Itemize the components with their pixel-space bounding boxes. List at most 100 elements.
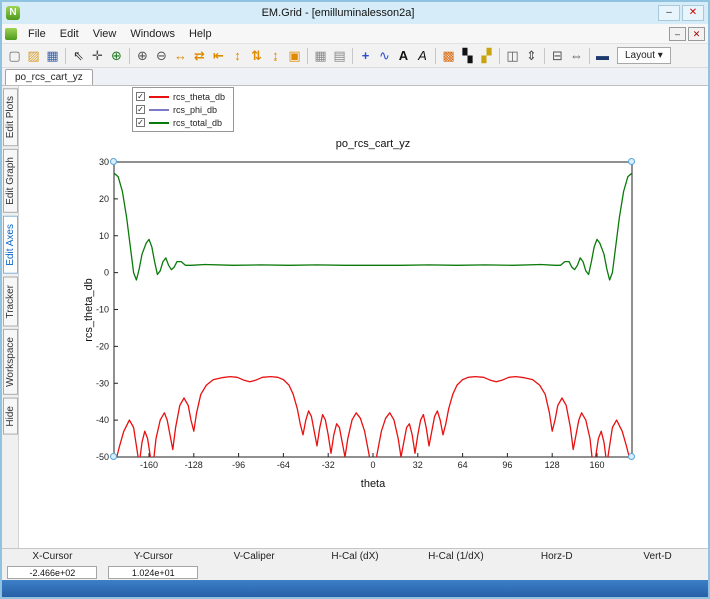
x-tick-label: 96 xyxy=(502,460,512,470)
app-icon: N xyxy=(6,6,20,20)
text-label-icon[interactable]: A xyxy=(394,46,413,65)
status-label-vert-d: Vert-D xyxy=(607,551,708,562)
x-tick-label: -160 xyxy=(140,460,158,470)
y-tick-label: 0 xyxy=(104,268,109,278)
legend-line-sample xyxy=(149,96,169,98)
status-bar: X-CursorY-CursorV-CaliperH-Cal (dX)H-Cal… xyxy=(2,548,708,580)
menu-view[interactable]: View xyxy=(86,26,124,42)
plot-resize-handle-bottom-right[interactable] xyxy=(628,453,635,460)
window-title: EM.Grid - [emilluminalesson2a] xyxy=(20,7,656,19)
pan-hand-icon[interactable]: ✛ xyxy=(88,46,107,65)
save-icon[interactable]: ▦ xyxy=(43,46,62,65)
legend-row-rcs-theta-db: ✓ rcs_theta_db xyxy=(136,90,225,103)
v-fit-icon[interactable]: ↨ xyxy=(266,46,285,65)
y-tick-label: -10 xyxy=(96,305,109,315)
side-tab-tracker[interactable]: Tracker xyxy=(3,277,18,327)
h-expand-icon[interactable]: ↔ xyxy=(171,46,190,65)
x-tick-label: 0 xyxy=(370,460,375,470)
curve-tracker-icon[interactable]: ∿ xyxy=(375,46,394,65)
side-tab-edit-axes[interactable]: Edit Axes xyxy=(3,216,18,274)
y-tick-label: -50 xyxy=(96,452,109,462)
toolbar-separator xyxy=(435,48,436,64)
x-tick-label: -128 xyxy=(185,460,203,470)
zoom-window-icon[interactable]: ⊕ xyxy=(107,46,126,65)
select-pointer-icon[interactable]: ⇖ xyxy=(69,46,88,65)
legend-checkbox[interactable]: ✓ xyxy=(136,105,145,114)
plot-resize-handle-top-left[interactable] xyxy=(110,158,117,165)
toolbar-separator xyxy=(352,48,353,64)
line-style-swatch[interactable]: ▬ xyxy=(593,46,612,65)
grid-toggle-icon[interactable]: ▦ xyxy=(311,46,330,65)
plot-resize-handle-top-right[interactable] xyxy=(628,158,635,165)
text-italic-icon[interactable]: A xyxy=(413,46,432,65)
cross-cursor-icon[interactable]: + xyxy=(356,46,375,65)
minimize-button[interactable]: – xyxy=(658,5,680,21)
menu-bar: FileEditViewWindowsHelp – ✕ xyxy=(2,24,708,44)
legend-label: rcs_phi_db xyxy=(173,105,217,115)
side-tab-hide[interactable]: Hide xyxy=(3,398,18,435)
client-area: Edit Plots Edit Graph Edit Axes Tracker Work… xyxy=(2,86,708,548)
plot-area[interactable]: ✓ rcs_theta_db ✓ rcs_phi_db✓rcs_total_db po… xyxy=(19,86,708,548)
plot-resize-handle-bottom-left[interactable] xyxy=(110,453,117,460)
plot-canvas[interactable]: -160-128-96-64-3203264961281603020100-10… xyxy=(72,150,672,486)
status-values-row: -2.466e+021.024e+01 xyxy=(2,564,708,580)
v-caliper-icon[interactable]: ◫ xyxy=(503,46,522,65)
h-marker-icon[interactable]: ⇔ xyxy=(567,46,586,65)
toolbar-separator xyxy=(499,48,500,64)
h-caliper-icon[interactable]: ⊟ xyxy=(548,46,567,65)
tab-po-rcs-cart-yz[interactable]: po_rcs_cart_yz xyxy=(5,69,93,85)
colormap-icon-1[interactable]: ▩ xyxy=(439,46,458,65)
side-tab-edit-plots[interactable]: Edit Plots xyxy=(3,88,18,146)
status-value-y-cursor: 1.024e+01 xyxy=(103,566,204,579)
v-marker-icon[interactable]: ⇕ xyxy=(522,46,541,65)
v-expand-icon[interactable]: ↕ xyxy=(228,46,247,65)
close-button[interactable]: ✕ xyxy=(682,5,704,21)
v-shrink-icon[interactable]: ⇅ xyxy=(247,46,266,65)
x-tick-label: 64 xyxy=(458,460,468,470)
new-file-icon[interactable]: ▢ xyxy=(5,46,24,65)
app-window: N EM.Grid - [emilluminalesson2a] – ✕ Fil… xyxy=(0,0,710,599)
mdi-controls: – ✕ xyxy=(667,27,705,41)
zoom-out-icon[interactable]: ⊖ xyxy=(152,46,171,65)
side-tab-edit-graph[interactable]: Edit Graph xyxy=(3,149,18,213)
menu-file[interactable]: File xyxy=(21,26,53,42)
y-tick-label: -30 xyxy=(96,378,109,388)
status-label-h-cal-1-dx: H-Cal (1/dX) xyxy=(405,551,506,562)
h-shrink-icon[interactable]: ⇄ xyxy=(190,46,209,65)
menu-windows[interactable]: Windows xyxy=(123,26,182,42)
legend-row-rcs-total-db: ✓rcs_total_db xyxy=(136,116,225,129)
child-minimize-button[interactable]: – xyxy=(669,27,686,41)
y-tick-label: 30 xyxy=(99,157,109,167)
menu-edit[interactable]: Edit xyxy=(53,26,86,42)
toolbar-separator xyxy=(589,48,590,64)
child-close-button[interactable]: ✕ xyxy=(688,27,705,41)
open-folder-icon[interactable]: ▨ xyxy=(24,46,43,65)
y-tick-label: -20 xyxy=(96,341,109,351)
x-tick-label: 32 xyxy=(413,460,423,470)
curve-rcs_total_db[interactable] xyxy=(114,173,632,280)
toolbar-separator xyxy=(544,48,545,64)
y-tick-label: 10 xyxy=(99,231,109,241)
y-tick-label: 20 xyxy=(99,194,109,204)
colormap-icon-3[interactable]: ▞ xyxy=(477,46,496,65)
axes-box xyxy=(114,162,632,457)
status-value-box: 1.024e+01 xyxy=(108,566,198,579)
menu-help[interactable]: Help xyxy=(182,26,219,42)
layout-button[interactable]: Layout ▾ xyxy=(617,47,671,64)
x-tick-label: 128 xyxy=(545,460,560,470)
legend-toggle-icon[interactable]: ▤ xyxy=(330,46,349,65)
zoom-in-icon[interactable]: ⊕ xyxy=(133,46,152,65)
legend-checkbox[interactable]: ✓ xyxy=(136,92,145,101)
menu-items: FileEditViewWindowsHelp xyxy=(21,26,219,42)
x-tick-label: 160 xyxy=(589,460,604,470)
fit-all-icon[interactable]: ▣ xyxy=(285,46,304,65)
legend-checkbox[interactable]: ✓ xyxy=(136,118,145,127)
colormap-icon-2[interactable]: ▚ xyxy=(458,46,477,65)
legend-label: rcs_theta_db xyxy=(173,92,225,102)
legend-box: ✓ rcs_theta_db ✓ rcs_phi_db✓rcs_total_db xyxy=(132,87,234,132)
h-fit-icon[interactable]: ⇤ xyxy=(209,46,228,65)
side-tab-workspace[interactable]: Workspace xyxy=(3,329,18,395)
plot-title: po_rcs_cart_yz xyxy=(114,138,632,150)
legend-line-sample xyxy=(149,109,169,111)
toolbar-separator xyxy=(307,48,308,64)
